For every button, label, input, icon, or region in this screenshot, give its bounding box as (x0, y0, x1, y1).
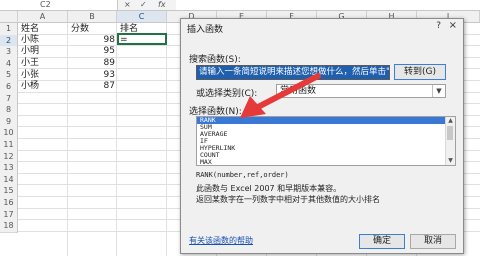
arrow-shaft (253, 73, 321, 111)
red-arrow-icon (240, 73, 321, 118)
